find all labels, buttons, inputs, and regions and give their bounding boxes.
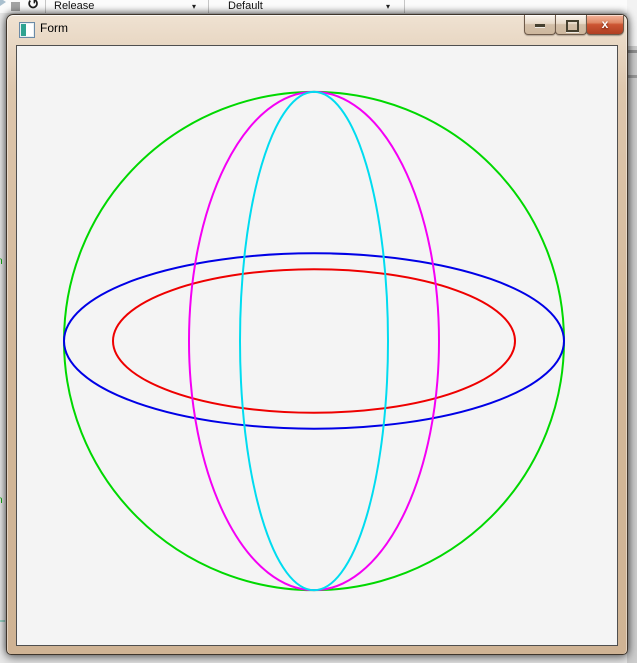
minimize-button[interactable] <box>524 15 556 35</box>
cyan-ellipse <box>239 90 389 592</box>
build-config-value: Release <box>54 0 95 12</box>
toolbar-separator <box>404 0 405 13</box>
minimize-icon <box>535 24 545 27</box>
blue-ellipse <box>63 252 565 430</box>
title-bar[interactable]: Form x <box>7 15 627 45</box>
paint-canvas <box>16 45 618 646</box>
build-config-combobox[interactable]: Release ▾ <box>46 0 206 13</box>
chevron-down-icon: ▾ <box>386 2 391 11</box>
editor-line-fragment <box>0 620 5 622</box>
editor-text-fragment: n <box>0 256 3 267</box>
red-ellipse <box>112 268 516 414</box>
close-icon: x <box>601 17 609 31</box>
maximize-icon <box>566 20 579 32</box>
ide-scrollbar[interactable] <box>627 0 637 663</box>
scrollbar-top <box>627 0 637 46</box>
stop-icon[interactable] <box>11 2 20 11</box>
green-circle <box>63 90 565 592</box>
form-window: Form x <box>6 14 628 655</box>
run-config-value: Default <box>228 0 263 12</box>
chevron-down-icon: ▾ <box>192 2 197 11</box>
scrollbar-mark <box>627 50 637 53</box>
form-window-icon <box>19 22 35 38</box>
window-title: Form <box>40 21 68 35</box>
reload-icon[interactable]: ↺ <box>27 0 40 13</box>
close-button[interactable]: x <box>586 15 624 35</box>
window-controls: x <box>524 15 624 35</box>
ellipses-drawing <box>63 90 565 592</box>
editor-text-fragment: n <box>0 495 3 506</box>
ide-toolbar: ↺ Release ▾ Default ▾ <box>0 0 627 13</box>
toolbar-separator <box>208 0 209 13</box>
scrollbar-mark <box>627 75 637 78</box>
run-config-combobox[interactable]: Default ▾ <box>220 0 400 13</box>
magenta-ellipse <box>188 90 440 592</box>
run-icon[interactable] <box>0 0 6 8</box>
maximize-button[interactable] <box>555 15 587 35</box>
